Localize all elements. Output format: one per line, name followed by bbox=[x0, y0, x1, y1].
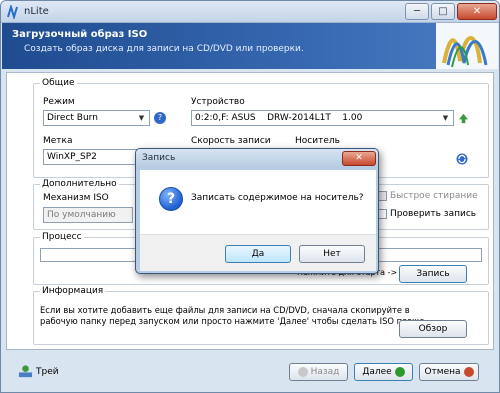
device-select[interactable]: 0:2:0,F: ASUS DRW-2014L1T 1.00 ▼ bbox=[191, 110, 454, 126]
back-button-label: Назад bbox=[310, 367, 340, 377]
close-button[interactable]: ✕ bbox=[457, 3, 497, 20]
question-icon: ? bbox=[159, 187, 183, 211]
mode-select-value: Direct Burn bbox=[47, 113, 98, 123]
cancel-button[interactable]: Отмена bbox=[419, 363, 479, 381]
dialog-footer: Да Нет bbox=[140, 234, 376, 271]
chevron-down-icon: ▼ bbox=[442, 114, 449, 122]
browse-button[interactable]: Обзор bbox=[399, 320, 467, 338]
no-button[interactable]: Нет bbox=[299, 245, 365, 263]
help-icon[interactable]: ? bbox=[154, 112, 166, 124]
window-title: nLite bbox=[24, 6, 49, 17]
info-text-line2: рабочую папку перед запуском или просто … bbox=[40, 316, 428, 326]
nlite-window: nLite ─ □ ✕ Загрузочный образ ISO Создат… bbox=[0, 0, 500, 393]
refresh-icon[interactable] bbox=[456, 153, 468, 165]
media-label: Носитель bbox=[295, 136, 340, 146]
next-arrow-icon bbox=[394, 366, 405, 377]
iso-engine-value: По умолчанию bbox=[47, 210, 116, 220]
back-arrow-icon bbox=[297, 366, 308, 377]
chevron-down-icon: ▼ bbox=[138, 114, 145, 122]
info-text-line1: Если вы хотите добавить еще файлы для за… bbox=[40, 305, 410, 315]
eject-arrow-icon[interactable] bbox=[458, 113, 469, 124]
mode-select[interactable]: Direct Burn ▼ bbox=[43, 110, 150, 126]
iso-engine-select[interactable]: По умолчанию bbox=[43, 207, 133, 223]
label-input-value: WinXP_SP2 bbox=[47, 152, 97, 162]
mode-label: Режим bbox=[43, 97, 75, 107]
page-subtitle: Создать образ диска для записи на CD/DVD… bbox=[24, 44, 304, 54]
burn-button[interactable]: Запись bbox=[399, 265, 467, 283]
tray-label[interactable]: Трей bbox=[36, 367, 59, 377]
process-group-title: Процесс bbox=[40, 232, 84, 242]
next-button[interactable]: Далее bbox=[354, 363, 413, 381]
cancel-icon bbox=[463, 366, 474, 377]
yes-button[interactable]: Да bbox=[225, 245, 291, 263]
page-title: Загрузочный образ ISO bbox=[12, 29, 148, 40]
iso-engine-label: Механизм ISO bbox=[43, 193, 109, 203]
quick-erase-label: Быстрое стирание bbox=[390, 191, 478, 201]
dialog-title: Запись bbox=[142, 153, 176, 163]
header-banner: Загрузочный образ ISO Создать образ диск… bbox=[2, 23, 498, 69]
verify-label: Проверить запись bbox=[390, 209, 477, 219]
nlite-logo-icon bbox=[436, 23, 498, 69]
maximize-button[interactable]: □ bbox=[431, 3, 455, 20]
footer-bar: Трей Назад Далее Отмена bbox=[2, 352, 498, 392]
back-button[interactable]: Назад bbox=[289, 363, 348, 381]
advanced-group-title: Дополнительно bbox=[40, 179, 119, 189]
dialog-close-button[interactable]: ✕ bbox=[342, 151, 376, 166]
confirm-dialog: Запись ✕ ? Записать содержимое на носите… bbox=[135, 148, 379, 274]
label-label: Метка bbox=[43, 136, 73, 146]
speed-label: Скорость записи bbox=[191, 136, 271, 146]
general-group-title: Общие bbox=[40, 78, 77, 88]
next-button-label: Далее bbox=[362, 367, 392, 377]
info-group-title: Информация bbox=[40, 286, 106, 296]
cancel-button-label: Отмена bbox=[424, 367, 461, 377]
dialog-title-bar[interactable]: Запись ✕ bbox=[136, 149, 378, 169]
dialog-message: Записать содержимое на носитель? bbox=[191, 193, 364, 203]
title-bar[interactable]: nLite ─ □ ✕ bbox=[1, 1, 499, 23]
nlite-app-icon bbox=[7, 5, 18, 19]
tray-icon[interactable] bbox=[18, 364, 33, 379]
minimize-button[interactable]: ─ bbox=[405, 3, 429, 20]
device-select-value: 0:2:0,F: ASUS DRW-2014L1T 1.00 bbox=[195, 113, 363, 123]
dialog-body: ? Записать содержимое на носитель? Да Не… bbox=[140, 170, 376, 271]
device-label: Устройство bbox=[191, 97, 245, 107]
